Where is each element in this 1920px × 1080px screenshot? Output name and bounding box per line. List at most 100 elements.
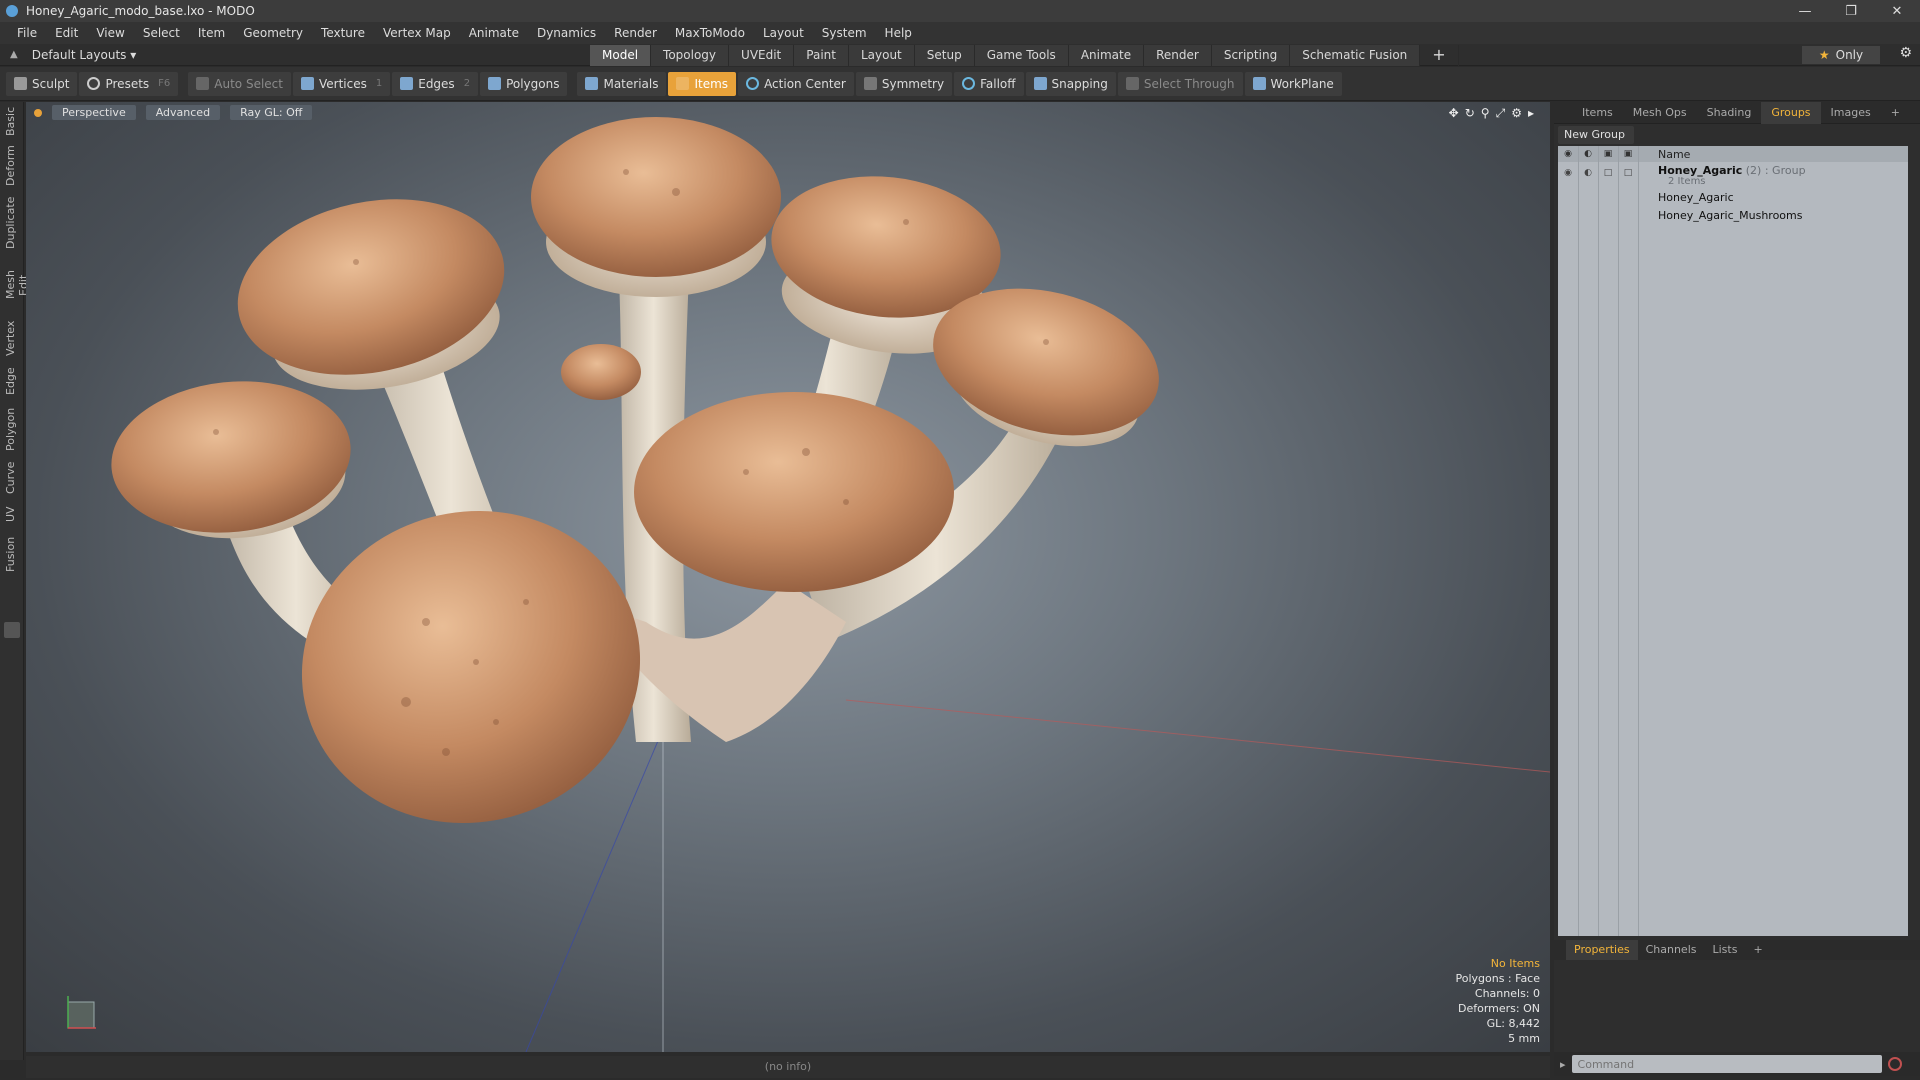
viewport-indicator-icon[interactable] — [34, 109, 42, 117]
menu-dynamics[interactable]: Dynamics — [528, 22, 605, 44]
menu-file[interactable]: File — [8, 22, 46, 44]
snapping-button[interactable]: Snapping — [1025, 71, 1116, 96]
left-tab-deform[interactable]: Deform — [4, 145, 20, 186]
left-tab-vertex[interactable]: Vertex — [4, 320, 20, 356]
menu-select[interactable]: Select — [134, 22, 189, 44]
collapse-icon[interactable]: ▲ — [10, 49, 18, 60]
symmetry-button[interactable]: Symmetry — [855, 71, 953, 96]
minimize-button[interactable]: — — [1782, 0, 1828, 22]
left-tab-mesh-edit[interactable]: Mesh Edit — [4, 260, 30, 310]
menu-vertex-map[interactable]: Vertex Map — [374, 22, 460, 44]
add-panel-tab-icon[interactable]: + — [1881, 102, 1910, 124]
render-toggle-icon[interactable]: ◐ — [1578, 168, 1598, 178]
vertices-button[interactable]: Vertices 1 — [292, 71, 391, 96]
new-group-button[interactable]: New Group — [1558, 126, 1634, 144]
right-panel: Items Mesh Ops Shading Groups Images + N… — [1554, 101, 1920, 1060]
move-view-icon[interactable]: ✥ — [1449, 106, 1459, 121]
tab-model[interactable]: Model — [590, 44, 652, 66]
shading-mode-dropdown[interactable]: Advanced — [145, 105, 221, 120]
tab-shading[interactable]: Shading — [1697, 102, 1762, 124]
view-mode-dropdown[interactable]: Perspective — [52, 105, 136, 120]
action-center-button[interactable]: Action Center — [738, 71, 854, 96]
viewport-more-icon[interactable]: ▸ — [1528, 106, 1534, 121]
select-column-icon[interactable]: ▣ — [1618, 149, 1638, 159]
restore-button[interactable]: ❐ — [1828, 0, 1874, 22]
auto-select-button[interactable]: Auto Select — [188, 71, 291, 96]
tab-mesh-ops[interactable]: Mesh Ops — [1623, 102, 1697, 124]
fit-view-icon[interactable]: ⤢ — [1496, 106, 1506, 121]
polygons-label: Polygons — [506, 76, 560, 91]
materials-button[interactable]: Materials — [577, 71, 667, 96]
tab-groups[interactable]: Groups — [1761, 101, 1821, 124]
left-tab-polygon[interactable]: Polygon — [4, 406, 20, 452]
raygl-toggle[interactable]: Ray GL: Off — [230, 105, 313, 120]
add-properties-tab-icon[interactable]: + — [1745, 940, 1770, 960]
tab-uvedit[interactable]: UVEdit — [729, 44, 795, 66]
items-button[interactable]: Items — [668, 71, 737, 96]
tab-channels[interactable]: Channels — [1638, 940, 1705, 960]
presets-button[interactable]: Presets F6 — [79, 71, 179, 96]
menu-texture[interactable]: Texture — [312, 22, 374, 44]
record-macro-icon[interactable] — [1887, 1057, 1902, 1071]
group-child-row[interactable]: Honey_Agaric — [1558, 188, 1908, 206]
modo-app-icon — [6, 5, 18, 17]
visibility-column-icon[interactable]: ◉ — [1558, 149, 1578, 159]
tab-paint[interactable]: Paint — [794, 44, 849, 66]
workplane-button[interactable]: WorkPlane — [1244, 71, 1342, 96]
add-tab-icon[interactable]: + — [1420, 44, 1459, 66]
gear-icon[interactable]: ⚙ — [1899, 45, 1912, 61]
menu-render[interactable]: Render — [605, 22, 666, 44]
left-tab-duplicate[interactable]: Duplicate — [4, 196, 20, 250]
tab-lists[interactable]: Lists — [1705, 940, 1746, 960]
tab-layout[interactable]: Layout — [848, 44, 915, 66]
only-toggle[interactable]: ★ Only — [1802, 46, 1880, 64]
tab-schematic-fusion[interactable]: Schematic Fusion — [1290, 44, 1421, 66]
tab-setup[interactable]: Setup — [914, 44, 975, 66]
menu-maxtomodo[interactable]: MaxToModo — [666, 22, 754, 44]
polygons-button[interactable]: Polygons — [480, 71, 568, 96]
menu-view[interactable]: View — [87, 22, 133, 44]
menu-layout[interactable]: Layout — [754, 22, 813, 44]
name-column-header[interactable]: Name — [1658, 148, 1690, 161]
tab-images[interactable]: Images — [1821, 102, 1881, 124]
select-through-button[interactable]: Select Through — [1117, 71, 1243, 96]
command-input[interactable] — [1571, 1055, 1882, 1073]
left-tab-edge[interactable]: Edge — [4, 366, 20, 396]
menu-geometry[interactable]: Geometry — [234, 22, 312, 44]
menu-item[interactable]: Item — [189, 22, 234, 44]
group-child-row[interactable]: Honey_Agaric_Mushrooms — [1558, 206, 1908, 224]
menu-bar: File Edit View Select Item Geometry Text… — [0, 22, 1920, 44]
3d-viewport[interactable]: Perspective Advanced Ray GL: Off ✥ ↻ ⚲ ⤢… — [26, 102, 1550, 1052]
star-icon: ★ — [1818, 48, 1830, 62]
tab-animate[interactable]: Animate — [1068, 44, 1145, 66]
sculpt-button[interactable]: Sculpt — [6, 71, 78, 96]
layout-dropdown[interactable]: ▲ Default Layouts ▾ — [0, 48, 590, 62]
close-button[interactable]: ✕ — [1874, 0, 1920, 22]
left-tab-fusion[interactable]: Fusion — [4, 534, 20, 574]
viewport-settings-icon[interactable]: ⚙ — [1511, 106, 1522, 121]
tab-scripting[interactable]: Scripting — [1211, 44, 1291, 66]
tab-game-tools[interactable]: Game Tools — [974, 44, 1069, 66]
left-tab-curve[interactable]: Curve — [4, 462, 20, 494]
left-tab-uv[interactable]: UV — [4, 504, 20, 524]
eye-icon[interactable]: ◉ — [1558, 168, 1578, 178]
zoom-view-icon[interactable]: ⚲ — [1481, 106, 1490, 121]
tab-items[interactable]: Items — [1572, 102, 1623, 124]
render-column-icon[interactable]: ◐ — [1578, 149, 1598, 159]
lock-checkbox[interactable]: □ — [1598, 168, 1618, 178]
expand-toggle-button[interactable] — [4, 622, 20, 638]
lock-column-icon[interactable]: ▣ — [1598, 149, 1618, 159]
tab-properties[interactable]: Properties — [1566, 940, 1638, 960]
select-checkbox[interactable]: □ — [1618, 168, 1638, 178]
group-row[interactable]: ◉ ◐ □ □ Honey_Agaric (2) : Group 2 Items — [1558, 162, 1908, 187]
tab-render[interactable]: Render — [1144, 44, 1212, 66]
menu-animate[interactable]: Animate — [460, 22, 528, 44]
edges-button[interactable]: Edges 2 — [392, 71, 479, 96]
left-tab-basic[interactable]: Basic — [4, 106, 20, 136]
menu-help[interactable]: Help — [876, 22, 921, 44]
menu-system[interactable]: System — [813, 22, 876, 44]
tab-topology[interactable]: Topology — [651, 44, 730, 66]
rotate-view-icon[interactable]: ↻ — [1465, 106, 1475, 121]
falloff-button[interactable]: Falloff — [954, 71, 1024, 96]
menu-edit[interactable]: Edit — [46, 22, 87, 44]
